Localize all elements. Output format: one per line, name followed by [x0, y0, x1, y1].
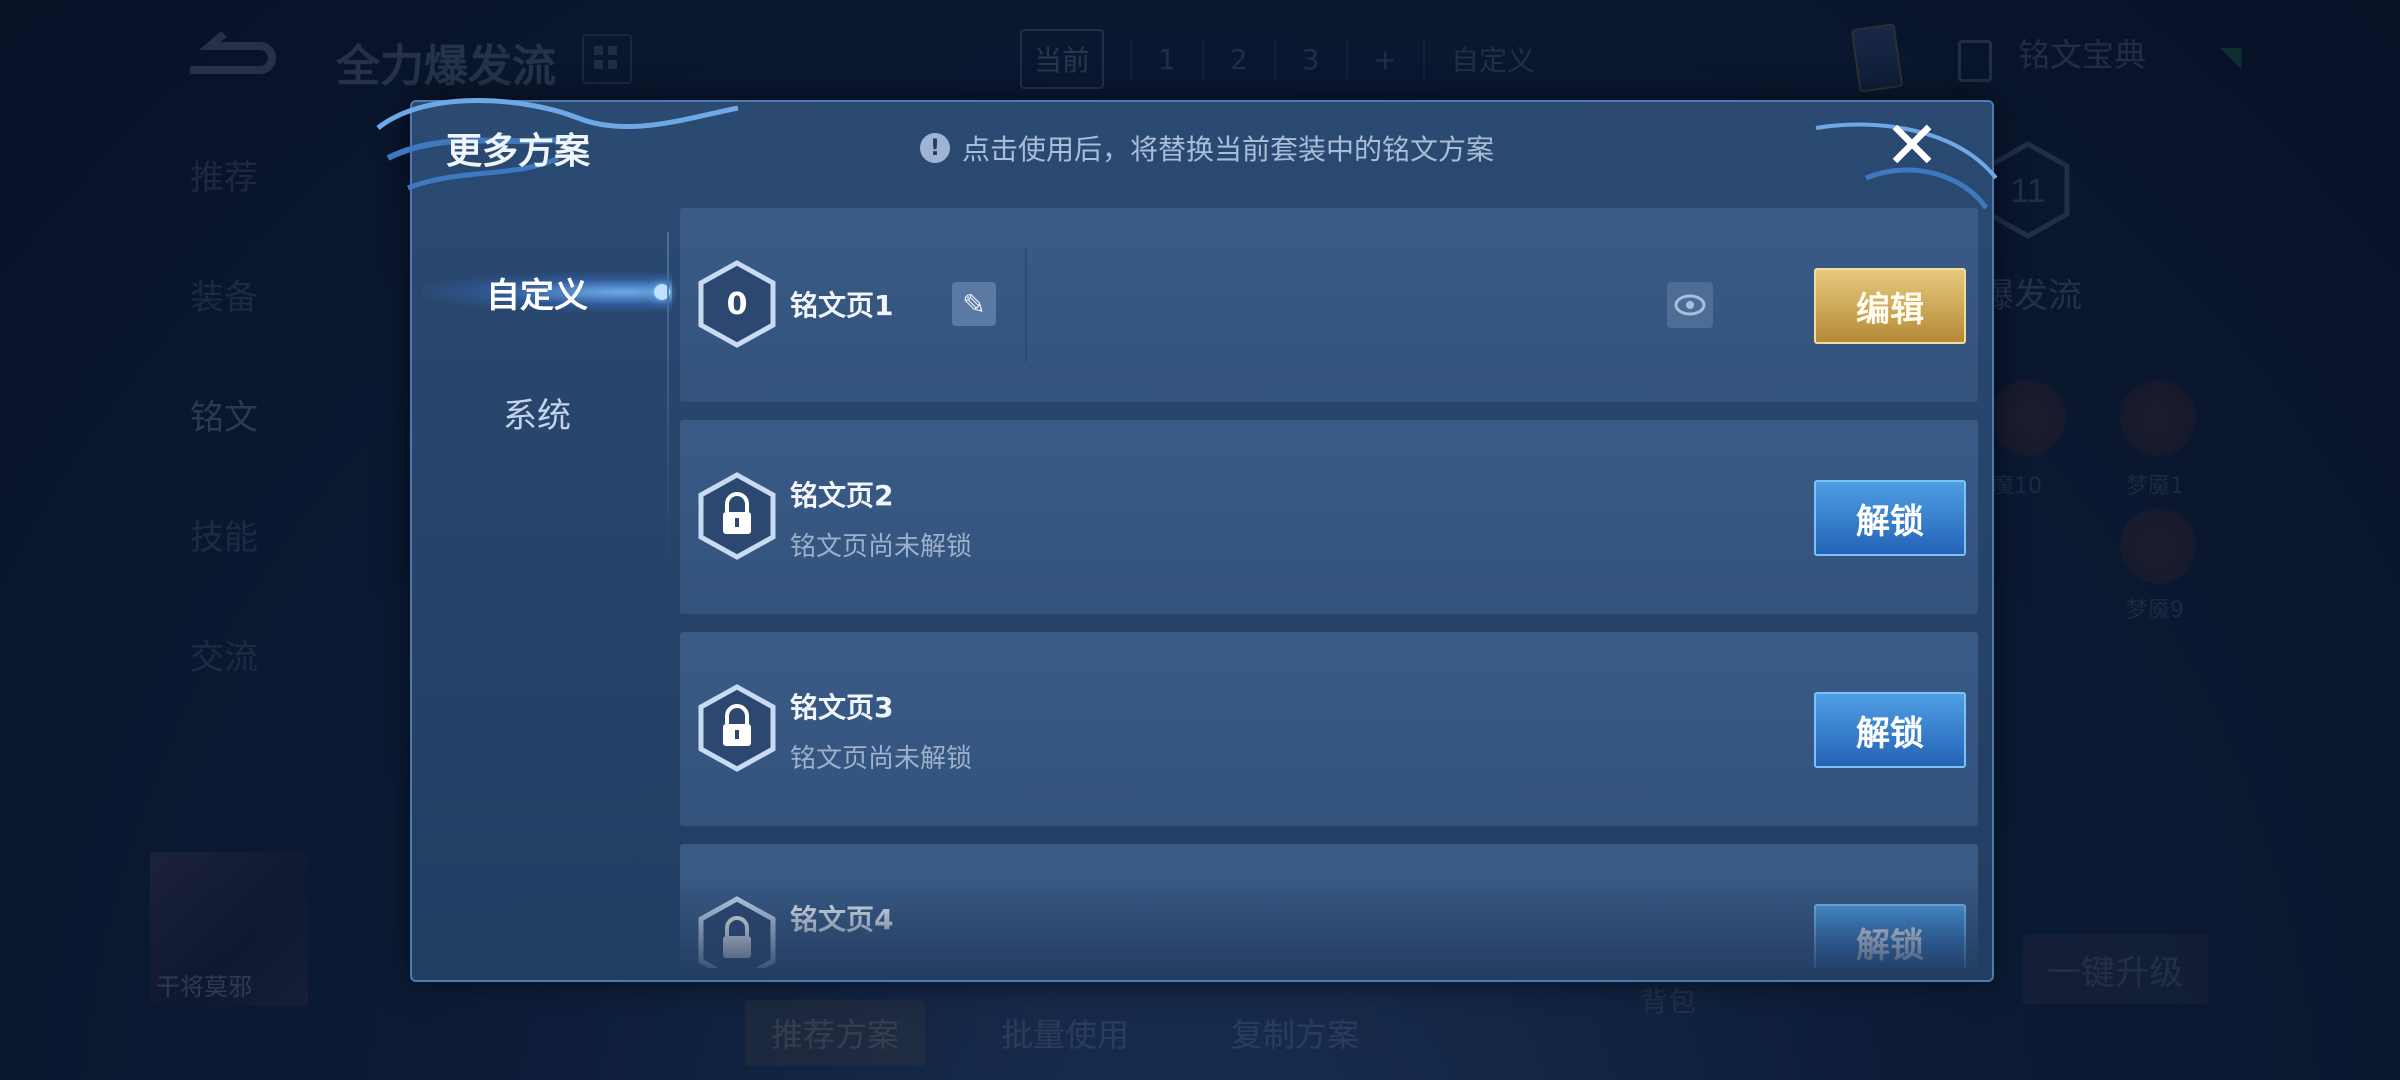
page-name: 铭文页1	[790, 289, 894, 322]
tab-system[interactable]: 系统	[412, 352, 662, 472]
page-name: 铭文页4	[790, 903, 894, 936]
lock-icon	[698, 896, 776, 968]
tab-system-label: 系统	[503, 395, 571, 436]
eye-icon[interactable]	[1667, 282, 1713, 328]
lock-icon	[698, 472, 776, 560]
usage-notice: ! 点击使用后，将替换当前套装中的铭文方案	[920, 128, 1494, 168]
more-plans-dialog: 更多方案 ! 点击使用后，将替换当前套装中的铭文方案 ✕ 自定义 系统 0 铭文…	[376, 98, 1998, 982]
unlock-button[interactable]: 解锁	[1814, 904, 1966, 968]
page-status: 铭文页尚未解锁	[790, 532, 973, 562]
page-status: 铭文页尚未解锁	[790, 744, 973, 774]
tab-custom[interactable]: 自定义	[412, 232, 672, 352]
dialog-title: 更多方案	[446, 131, 591, 172]
list-item[interactable]: 铭文页2 铭文页尚未解锁 解锁	[680, 420, 1978, 614]
pencil-icon[interactable]: ✎	[952, 282, 996, 326]
info-icon: !	[920, 133, 950, 163]
page-name: 铭文页2	[790, 479, 894, 512]
unlock-button[interactable]: 解锁	[1814, 692, 1966, 768]
list-item[interactable]: 铭文页4 解锁	[680, 844, 1978, 968]
rune-page-list[interactable]: 0 铭文页1 ✎ 编辑 铭文页2 铭文页尚未解锁 解锁 铭文页3 铭文页尚未解锁…	[680, 208, 1978, 968]
close-icon[interactable]: ✕	[1882, 113, 1942, 179]
lock-icon	[698, 684, 776, 772]
rune-level-hex-icon: 0	[698, 260, 776, 348]
edit-button[interactable]: 编辑	[1814, 268, 1966, 344]
unlock-button[interactable]: 解锁	[1814, 480, 1966, 556]
list-item[interactable]: 0 铭文页1 ✎ 编辑	[680, 208, 1978, 402]
tab-custom-label: 自定义	[486, 275, 588, 316]
plan-category-tabs: 自定义 系统	[412, 232, 672, 472]
notice-text: 点击使用后，将替换当前套装中的铭文方案	[962, 133, 1495, 166]
page-name: 铭文页3	[790, 691, 894, 724]
list-item[interactable]: 铭文页3 铭文页尚未解锁 解锁	[680, 632, 1978, 826]
